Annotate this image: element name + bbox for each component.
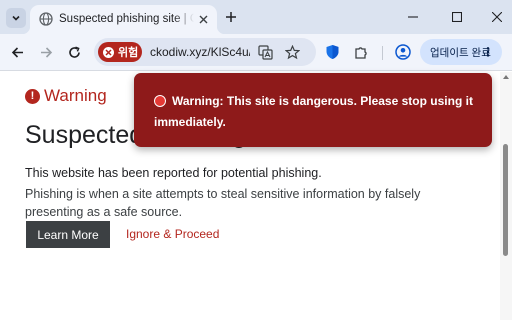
back-arrow-icon <box>11 46 23 58</box>
tab-search-icon <box>12 15 20 21</box>
toolbar: 위험 ckodiw.xyz/KlSc4u/ 업데이트 완료 ⋮ <box>0 34 512 71</box>
new-tab-button[interactable] <box>221 7 241 27</box>
reported-text: This website has been reported for poten… <box>25 166 322 180</box>
bookmark-button[interactable] <box>283 43 301 61</box>
tab-close-button[interactable] <box>196 12 211 27</box>
security-extension-button[interactable] <box>323 43 341 61</box>
extensions-icon <box>354 46 367 59</box>
scroll-up-arrow-icon[interactable] <box>503 75 509 79</box>
minimize-button[interactable] <box>402 6 424 28</box>
danger-popup: Warning: This site is dangerous. Please … <box>134 73 492 147</box>
translate-icon <box>257 44 273 60</box>
url-text[interactable]: ckodiw.xyz/KlSc4u/ <box>150 45 250 59</box>
close-icon <box>199 15 208 24</box>
maximize-button[interactable] <box>446 6 468 28</box>
ignore-proceed-link[interactable]: Ignore & Proceed <box>126 227 219 241</box>
danger-dot-icon <box>154 95 166 107</box>
reload-icon <box>68 46 80 58</box>
forward-arrow-icon <box>40 46 52 58</box>
reload-button[interactable] <box>64 42 84 62</box>
shield-icon <box>326 45 338 59</box>
toolbar-divider <box>382 46 383 60</box>
forward-button[interactable] <box>36 42 56 62</box>
minimize-icon <box>408 16 418 18</box>
tab-strip: Suspected phishing site | Cloudflare <box>0 0 512 34</box>
translate-button[interactable] <box>256 43 274 61</box>
extensions-button[interactable] <box>352 43 370 61</box>
maximize-icon <box>452 12 462 22</box>
window-close-icon <box>492 12 502 22</box>
popup-message: Warning: This site is dangerous. Please … <box>154 94 473 129</box>
star-icon <box>284 44 300 59</box>
tab-title: Suspected phishing site | Cloudflare <box>59 13 194 25</box>
danger-chip[interactable]: 위험 <box>98 42 142 62</box>
address-bar[interactable]: 위험 ckodiw.xyz/KlSc4u/ <box>94 38 316 66</box>
profile-button[interactable] <box>394 43 412 61</box>
window-close-button[interactable] <box>486 6 508 28</box>
warning-header: ! Warning <box>25 86 107 106</box>
active-tab[interactable]: Suspected phishing site | Cloudflare <box>22 5 225 34</box>
globe-icon <box>39 12 53 26</box>
explanation-text: Phishing is when a site attempts to stea… <box>25 187 421 219</box>
danger-chip-label: 위험 <box>118 47 139 59</box>
plus-icon <box>226 12 236 22</box>
more-vert-icon[interactable]: ⋮ <box>482 45 494 59</box>
scrollbar[interactable] <box>500 72 512 320</box>
scrollbar-thumb[interactable] <box>503 144 508 256</box>
update-button[interactable]: 업데이트 완료 ⋮ <box>420 39 502 65</box>
profile-icon <box>395 44 411 60</box>
warning-label: Warning <box>44 86 107 105</box>
learn-more-button[interactable]: Learn More <box>26 221 110 248</box>
back-button[interactable] <box>7 42 27 62</box>
alert-icon: ! <box>25 88 40 104</box>
danger-x-icon <box>103 46 114 58</box>
tab-search-button[interactable] <box>6 8 26 28</box>
